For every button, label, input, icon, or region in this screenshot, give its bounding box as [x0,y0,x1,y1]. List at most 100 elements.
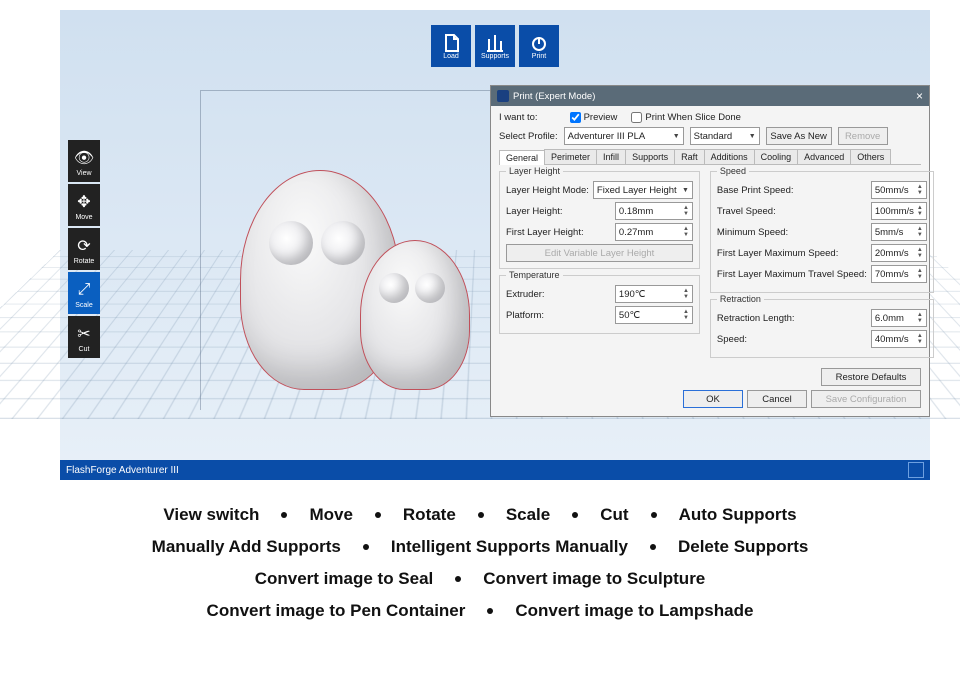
slicer-app: Load Supports Print 👁View ✥Move ⟳Rotate … [60,10,930,480]
settings-tabs: General Perimeter Infill Supports Raft A… [499,149,921,165]
eye-icon: 👁 [72,146,96,170]
tab-general[interactable]: General [499,150,545,165]
feature-item: Manually Add Supports [152,537,341,557]
rotate-icon: ⟳ [72,234,96,258]
bullet-icon [455,576,461,582]
temperature-group: Temperature Extruder:190℃▲▼ Platform:50℃… [499,275,700,334]
app-logo-icon [497,90,509,102]
extruder-temp-input[interactable]: 190℃▲▼ [615,285,693,303]
retract-speed-label: Speed: [717,334,867,345]
speed-group: Speed Base Print Speed:50mm/s▲▼ Travel S… [710,171,934,293]
file-icon [441,33,461,53]
tab-additions[interactable]: Additions [704,149,755,164]
lh-mode-select[interactable]: Fixed Layer Height▼ [593,181,693,199]
profile-select[interactable]: Adventurer III PLA▼ [564,127,684,145]
layer-height-legend: Layer Height [506,166,563,176]
base-speed-label: Base Print Speed: [717,185,867,196]
tab-raft[interactable]: Raft [674,149,705,164]
edit-variable-lh-button[interactable]: Edit Variable Layer Height [506,244,693,262]
fl-trav-speed-input[interactable]: 70mm/s▲▼ [871,265,927,283]
retract-length-input[interactable]: 6.0mm▲▼ [871,309,927,327]
tab-others[interactable]: Others [850,149,891,164]
feature-item: Delete Supports [678,537,808,557]
quality-select[interactable]: Standard▼ [690,127,760,145]
min-speed-label: Minimum Speed: [717,227,867,238]
platform-temp-input[interactable]: 50℃▲▼ [615,306,693,324]
spinner-icon: ▲▼ [917,226,923,238]
side-toolbar: 👁View ✥Move ⟳Rotate ⤢Scale ✂Cut [68,140,100,358]
tab-perimeter[interactable]: Perimeter [544,149,597,164]
feature-item: Convert image to Sculpture [483,569,705,589]
tab-cooling[interactable]: Cooling [754,149,799,164]
extruder-label: Extruder: [506,289,611,300]
bullet-icon [478,512,484,518]
bullet-icon [487,608,493,614]
spinner-icon: ▲▼ [683,205,689,217]
rotate-tool[interactable]: ⟳Rotate [68,228,100,270]
preview-checkbox[interactable]: Preview [570,112,618,123]
fl-trav-speed-label: First Layer Maximum Travel Speed: [717,269,867,280]
feature-item: Move [309,505,352,525]
chevron-down-icon: ▼ [749,133,756,140]
print-button[interactable]: Print [519,25,559,67]
restore-defaults-button[interactable]: Restore Defaults [821,368,921,386]
feature-item: Rotate [403,505,456,525]
layer-height-group: Layer Height Layer Height Mode:Fixed Lay… [499,171,700,269]
scale-tool[interactable]: ⤢Scale [68,272,100,314]
tab-infill[interactable]: Infill [596,149,626,164]
bullet-icon [375,512,381,518]
view-tool[interactable]: 👁View [68,140,100,182]
print-dialog: Print (Expert Mode) × I want to: Preview… [490,85,930,417]
supports-icon [485,33,505,53]
spinner-icon: ▲▼ [683,226,689,238]
status-corner-icon[interactable] [908,462,924,478]
owl-small [360,240,470,390]
retract-length-label: Retraction Length: [717,313,867,324]
feature-item: Intelligent Supports Manually [391,537,628,557]
lh-mode-label: Layer Height Mode: [506,185,589,196]
min-speed-input[interactable]: 5mm/s▲▼ [871,223,927,241]
select-profile-label: Select Profile: [499,131,558,142]
move-icon: ✥ [72,190,96,214]
supports-button[interactable]: Supports [475,25,515,67]
lh-first-input[interactable]: 0.27mm▲▼ [615,223,693,241]
travel-speed-label: Travel Speed: [717,206,867,217]
close-icon[interactable]: × [916,89,923,103]
fl-max-speed-input[interactable]: 20mm/s▲▼ [871,244,927,262]
lh-height-label: Layer Height: [506,206,611,217]
bullet-icon [363,544,369,550]
scale-icon: ⤢ [72,278,96,302]
bullet-icon [651,512,657,518]
power-icon [529,33,549,53]
retract-speed-input[interactable]: 40mm/s▲▼ [871,330,927,348]
loaded-model[interactable] [240,160,500,410]
profile-value: Adventurer III PLA [568,131,646,142]
i-want-to-label: I want to: [499,112,538,123]
travel-speed-input[interactable]: 100mm/s▲▼ [871,202,927,220]
print-slice-done-text: Print When Slice Done [645,112,741,123]
load-button[interactable]: Load [431,25,471,67]
remove-button[interactable]: Remove [838,127,888,145]
print-label: Print [532,53,546,60]
cut-icon: ✂ [72,322,96,346]
spinner-icon: ▲▼ [683,288,689,300]
feature-item: Convert image to Seal [255,569,434,589]
bullet-icon [650,544,656,550]
cancel-button[interactable]: Cancel [747,390,807,408]
lh-height-input[interactable]: 0.18mm▲▼ [615,202,693,220]
ok-button[interactable]: OK [683,390,743,408]
platform-label: Platform: [506,310,611,321]
cut-tool[interactable]: ✂Cut [68,316,100,358]
save-config-button[interactable]: Save Configuration [811,390,921,408]
tab-advanced[interactable]: Advanced [797,149,851,164]
print-slice-done-checkbox[interactable]: Print When Slice Done [631,112,741,123]
dialog-titlebar[interactable]: Print (Expert Mode) × [491,86,929,106]
supports-label: Supports [481,53,509,60]
move-tool[interactable]: ✥Move [68,184,100,226]
chevron-down-icon: ▼ [682,187,689,194]
save-as-new-button[interactable]: Save As New [766,127,832,145]
tab-supports[interactable]: Supports [625,149,675,164]
fl-max-speed-label: First Layer Maximum Speed: [717,248,867,259]
base-speed-input[interactable]: 50mm/s▲▼ [871,181,927,199]
spinner-icon: ▲▼ [683,309,689,321]
